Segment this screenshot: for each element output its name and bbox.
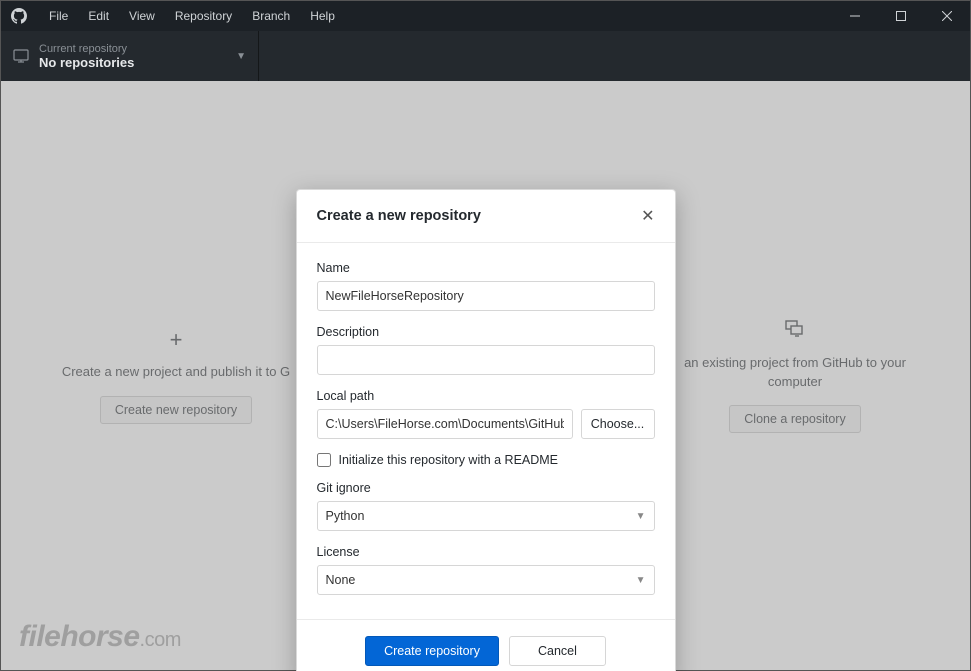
- license-value: None: [326, 573, 356, 587]
- github-logo-icon: [11, 8, 27, 24]
- description-input[interactable]: [317, 345, 655, 375]
- menu-branch[interactable]: Branch: [242, 9, 300, 23]
- modal-body: Name Description Local path Choose...: [297, 243, 675, 619]
- menu-edit[interactable]: Edit: [78, 9, 119, 23]
- chevron-down-icon: ▼: [236, 51, 246, 62]
- license-select[interactable]: None ▼: [317, 565, 655, 595]
- window-controls: [832, 1, 970, 31]
- license-label: License: [317, 545, 655, 559]
- close-button[interactable]: [924, 1, 970, 31]
- description-label: Description: [317, 325, 655, 339]
- repository-selector[interactable]: Current repository No repositories ▼: [1, 31, 259, 81]
- create-repository-button[interactable]: Create repository: [365, 636, 499, 666]
- gitignore-value: Python: [326, 509, 365, 523]
- chevron-down-icon: ▼: [636, 575, 646, 586]
- local-path-label: Local path: [317, 389, 655, 403]
- readme-label: Initialize this repository with a README: [339, 453, 559, 467]
- menu-repository[interactable]: Repository: [165, 9, 242, 23]
- cancel-button[interactable]: Cancel: [509, 636, 606, 666]
- app-window: File Edit View Repository Branch Help Cu…: [0, 0, 971, 671]
- menu-view[interactable]: View: [119, 9, 165, 23]
- readme-checkbox[interactable]: [317, 453, 331, 467]
- gitignore-select[interactable]: Python ▼: [317, 501, 655, 531]
- watermark-tld: .com: [140, 629, 181, 651]
- modal-title: Create a new repository: [317, 208, 481, 224]
- modal-footer: Create repository Cancel: [297, 619, 675, 671]
- content-area: + Create a new project and publish it to…: [1, 81, 970, 670]
- toolbar: Current repository No repositories ▼: [1, 31, 970, 81]
- menu-help[interactable]: Help: [300, 9, 345, 23]
- choose-button[interactable]: Choose...: [581, 409, 655, 439]
- menu-file[interactable]: File: [39, 9, 78, 23]
- titlebar: File Edit View Repository Branch Help: [1, 1, 970, 31]
- watermark-brand: filehorse: [19, 620, 140, 653]
- modal-header: Create a new repository ✕: [297, 190, 675, 243]
- chevron-down-icon: ▼: [636, 511, 646, 522]
- watermark: filehorse.com: [19, 620, 181, 654]
- desktop-icon: [13, 48, 29, 64]
- close-icon[interactable]: ✕: [641, 206, 654, 226]
- name-label: Name: [317, 261, 655, 275]
- create-repository-modal: Create a new repository ✕ Name Descripti…: [296, 189, 676, 671]
- minimize-button[interactable]: [832, 1, 878, 31]
- repo-selector-label: Current repository: [39, 43, 236, 55]
- maximize-button[interactable]: [878, 1, 924, 31]
- repo-selector-value: No repositories: [39, 55, 236, 70]
- menu-bar: File Edit View Repository Branch Help: [39, 9, 345, 23]
- gitignore-label: Git ignore: [317, 481, 655, 495]
- name-input[interactable]: [317, 281, 655, 311]
- local-path-input[interactable]: [317, 409, 573, 439]
